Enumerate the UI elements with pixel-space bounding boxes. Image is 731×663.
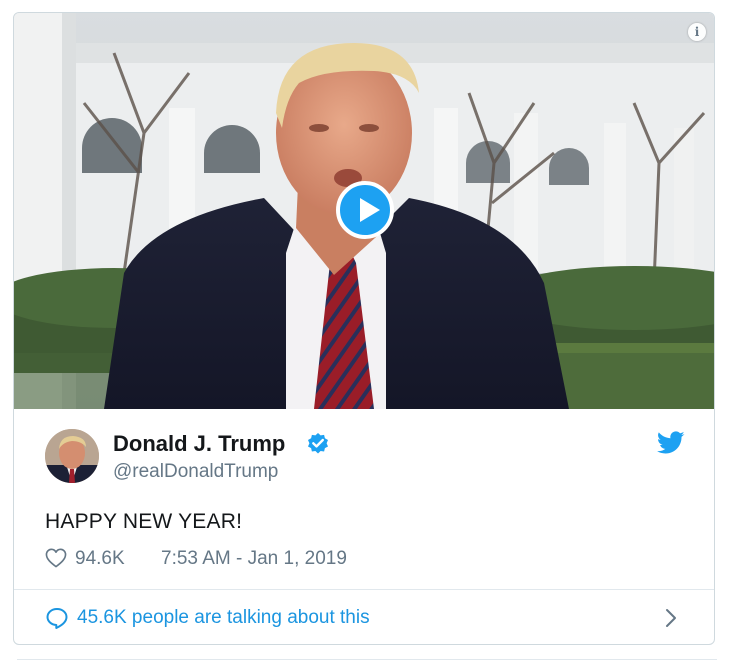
talking-count-text[interactable]: 45.6K people are talking about this xyxy=(77,607,370,629)
like-count[interactable]: 94.6K xyxy=(75,548,125,570)
play-icon xyxy=(360,198,380,222)
verified-badge-icon xyxy=(308,433,328,454)
avatar[interactable] xyxy=(45,429,99,483)
chevron-right-icon[interactable] xyxy=(664,608,678,628)
page-divider xyxy=(17,659,717,660)
tweet-body: Donald J. Trump @realDonaldTrump HAPPY N… xyxy=(14,409,714,589)
tweet-timestamp[interactable]: 7:53 AM - Jan 1, 2019 xyxy=(161,548,347,570)
tweet-text: HAPPY NEW YEAR! xyxy=(45,510,243,533)
author-handle[interactable]: @realDonaldTrump xyxy=(113,461,278,483)
twitter-bird-icon[interactable] xyxy=(657,431,685,455)
info-icon[interactable]: i xyxy=(688,23,706,41)
play-button[interactable] xyxy=(336,181,394,239)
avatar-image xyxy=(45,429,99,483)
speech-bubble-icon xyxy=(46,608,68,629)
embedded-tweet-card: i Donald J. Trump @realDonaldTrump HAPPY… xyxy=(13,12,715,645)
conversation-link[interactable]: 45.6K people are talking about this xyxy=(14,590,714,644)
author-name[interactable]: Donald J. Trump xyxy=(113,431,285,457)
video-thumbnail[interactable]: i xyxy=(14,13,714,409)
heart-icon[interactable] xyxy=(45,548,67,568)
